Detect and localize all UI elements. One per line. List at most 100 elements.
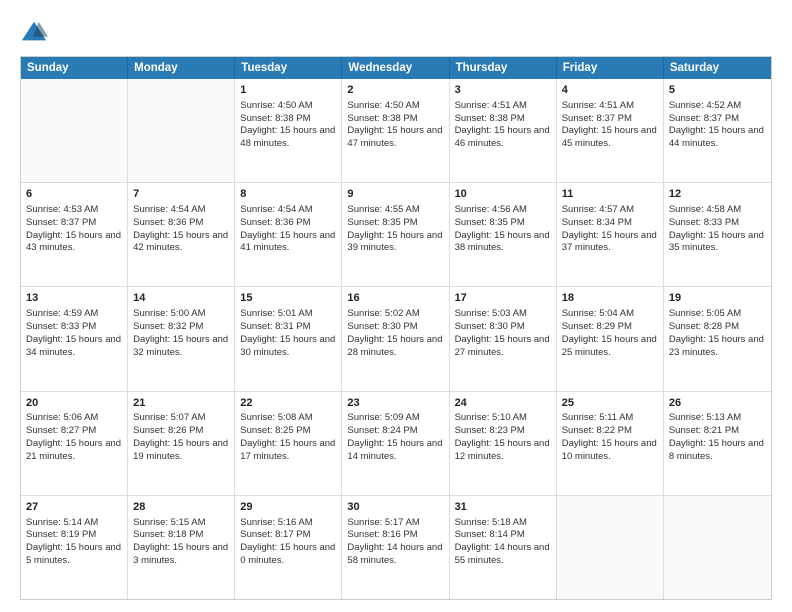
sunset: Sunset: 8:25 PM <box>240 425 310 436</box>
sunrise: Sunrise: 4:57 AM <box>562 204 634 215</box>
daylight-hours: Daylight: 15 hours and 12 minutes. <box>455 438 550 462</box>
calendar-cell: 14 Sunrise: 5:00 AM Sunset: 8:32 PM Dayligh… <box>128 287 235 390</box>
daylight-hours: Daylight: 15 hours and 43 minutes. <box>26 230 121 254</box>
calendar-body: 1Sunrise: 4:50 AMSunset: 8:38 PMDaylight… <box>21 79 771 599</box>
sunrise: Sunrise: 5:05 AM <box>669 308 741 319</box>
sunset: Sunset: 8:33 PM <box>26 321 96 332</box>
sunset: Sunset: 8:36 PM <box>133 217 203 228</box>
sunset: Sunset: 8:18 PM <box>133 529 203 540</box>
daylight-hours: Daylight: 15 hours and 46 minutes. <box>455 125 550 149</box>
day-number: 14 <box>133 291 229 306</box>
calendar-cell: 18Sunrise: 5:04 AMSunset: 8:29 PMDayligh… <box>557 287 664 390</box>
calendar-cell <box>128 79 235 182</box>
daylight-hours: Daylight: 15 hours and 21 minutes. <box>26 438 121 462</box>
sunrise: Sunrise: 5:03 AM <box>455 308 527 319</box>
sunrise: Sunrise: 5:17 AM <box>347 517 419 528</box>
daylight-hours: Daylight: 15 hours and 48 minutes. <box>240 125 335 149</box>
header-cell-sunday: Sunday <box>21 57 128 79</box>
calendar-row-1: 1Sunrise: 4:50 AMSunset: 8:38 PMDaylight… <box>21 79 771 182</box>
sunrise: Sunrise: 5:16 AM <box>240 517 312 528</box>
sunset: Sunset: 8:32 PM <box>133 321 203 332</box>
sunrise: Sunrise: 5:00 AM <box>133 308 205 319</box>
sunrise: Sunrise: 5:15 AM <box>133 517 205 528</box>
sunrise: Sunrise: 4:58 AM <box>669 204 741 215</box>
calendar-cell: 7Sunrise: 4:54 AMSunset: 8:36 PMDaylight… <box>128 183 235 286</box>
sunset: Sunset: 8:29 PM <box>562 321 632 332</box>
daylight-hours: Daylight: 15 hours and 5 minutes. <box>26 542 121 566</box>
sunset: Sunset: 8:37 PM <box>669 113 739 124</box>
sunset: Sunset: 8:23 PM <box>455 425 525 436</box>
sunrise: Sunrise: 4:50 AM <box>240 100 312 111</box>
sunset: Sunset: 8:30 PM <box>347 321 417 332</box>
day-number: 18 <box>562 291 658 306</box>
sunrise: Sunrise: 4:52 AM <box>669 100 741 111</box>
calendar-cell: 12Sunrise: 4:58 AMSunset: 8:33 PMDayligh… <box>664 183 771 286</box>
sunset: Sunset: 8:16 PM <box>347 529 417 540</box>
calendar-cell: 27Sunrise: 5:14 AMSunset: 8:19 PMDayligh… <box>21 496 128 599</box>
sunrise: Sunrise: 5:07 AM <box>133 412 205 423</box>
daylight-hours: Daylight: 15 hours and 41 minutes. <box>240 230 335 254</box>
calendar-cell: 10Sunrise: 4:56 AMSunset: 8:35 PMDayligh… <box>450 183 557 286</box>
daylight-hours: Daylight: 15 hours and 42 minutes. <box>133 230 228 254</box>
sunset: Sunset: 8:24 PM <box>347 425 417 436</box>
sunset: Sunset: 8:27 PM <box>26 425 96 436</box>
calendar-row-5: 27Sunrise: 5:14 AMSunset: 8:19 PMDayligh… <box>21 495 771 599</box>
daylight-hours: Daylight: 14 hours and 58 minutes. <box>347 542 442 566</box>
daylight-hours: Daylight: 15 hours and 32 minutes. <box>133 334 228 358</box>
calendar-cell: 2Sunrise: 4:50 AMSunset: 8:38 PMDaylight… <box>342 79 449 182</box>
sunrise: Sunrise: 4:50 AM <box>347 100 419 111</box>
day-number: 4 <box>562 83 658 98</box>
day-number: 9 <box>347 187 443 202</box>
sunset: Sunset: 8:14 PM <box>455 529 525 540</box>
calendar-cell: 22Sunrise: 5:08 AMSunset: 8:25 PMDayligh… <box>235 392 342 495</box>
daylight-hours: Daylight: 15 hours and 28 minutes. <box>347 334 442 358</box>
header-cell-thursday: Thursday <box>450 57 557 79</box>
sunrise: Sunrise: 4:54 AM <box>133 204 205 215</box>
calendar-row-4: 20Sunrise: 5:06 AMSunset: 8:27 PMDayligh… <box>21 391 771 495</box>
sunset: Sunset: 8:37 PM <box>26 217 96 228</box>
calendar: SundayMondayTuesdayWednesdayThursdayFrid… <box>20 56 772 600</box>
logo-icon <box>20 18 48 46</box>
calendar-cell: 1Sunrise: 4:50 AMSunset: 8:38 PMDaylight… <box>235 79 342 182</box>
logo <box>20 18 52 46</box>
sunrise: Sunrise: 5:09 AM <box>347 412 419 423</box>
sunset: Sunset: 8:35 PM <box>455 217 525 228</box>
day-number: 31 <box>455 500 551 515</box>
day-number: 17 <box>455 291 551 306</box>
day-number: 10 <box>455 187 551 202</box>
calendar-cell: 24Sunrise: 5:10 AMSunset: 8:23 PMDayligh… <box>450 392 557 495</box>
daylight-hours: Daylight: 15 hours and 25 minutes. <box>562 334 657 358</box>
day-number: 21 <box>133 396 229 411</box>
calendar-cell: 11Sunrise: 4:57 AMSunset: 8:34 PMDayligh… <box>557 183 664 286</box>
day-number: 6 <box>26 187 122 202</box>
daylight-hours: Daylight: 14 hours and 55 minutes. <box>455 542 550 566</box>
calendar-cell: 23Sunrise: 5:09 AMSunset: 8:24 PMDayligh… <box>342 392 449 495</box>
header-cell-monday: Monday <box>128 57 235 79</box>
calendar-cell: 25Sunrise: 5:11 AMSunset: 8:22 PMDayligh… <box>557 392 664 495</box>
daylight-hours: Daylight: 15 hours and 47 minutes. <box>347 125 442 149</box>
calendar-cell: 29Sunrise: 5:16 AMSunset: 8:17 PMDayligh… <box>235 496 342 599</box>
daylight-hours: Daylight: 15 hours and 30 minutes. <box>240 334 335 358</box>
calendar-cell: 16Sunrise: 5:02 AMSunset: 8:30 PMDayligh… <box>342 287 449 390</box>
calendar-cell: 13Sunrise: 4:59 AMSunset: 8:33 PMDayligh… <box>21 287 128 390</box>
calendar-cell <box>557 496 664 599</box>
sunset: Sunset: 8:30 PM <box>455 321 525 332</box>
daylight-hours: Daylight: 15 hours and 45 minutes. <box>562 125 657 149</box>
calendar-header: SundayMondayTuesdayWednesdayThursdayFrid… <box>21 57 771 79</box>
header-cell-friday: Friday <box>557 57 664 79</box>
calendar-cell: 19Sunrise: 5:05 AMSunset: 8:28 PMDayligh… <box>664 287 771 390</box>
header <box>20 18 772 46</box>
sunrise: Sunrise: 4:56 AM <box>455 204 527 215</box>
day-number: 1 <box>240 83 336 98</box>
sunset: Sunset: 8:28 PM <box>669 321 739 332</box>
page: SundayMondayTuesdayWednesdayThursdayFrid… <box>0 0 792 612</box>
sunset: Sunset: 8:21 PM <box>669 425 739 436</box>
calendar-cell: 30Sunrise: 5:17 AMSunset: 8:16 PMDayligh… <box>342 496 449 599</box>
calendar-cell: 9Sunrise: 4:55 AMSunset: 8:35 PMDaylight… <box>342 183 449 286</box>
daylight-hours: Daylight: 15 hours and 0 minutes. <box>240 542 335 566</box>
daylight-hours: Daylight: 15 hours and 35 minutes. <box>669 230 764 254</box>
day-number: 16 <box>347 291 443 306</box>
day-number: 28 <box>133 500 229 515</box>
calendar-cell: 21Sunrise: 5:07 AMSunset: 8:26 PMDayligh… <box>128 392 235 495</box>
sunset: Sunset: 8:22 PM <box>562 425 632 436</box>
